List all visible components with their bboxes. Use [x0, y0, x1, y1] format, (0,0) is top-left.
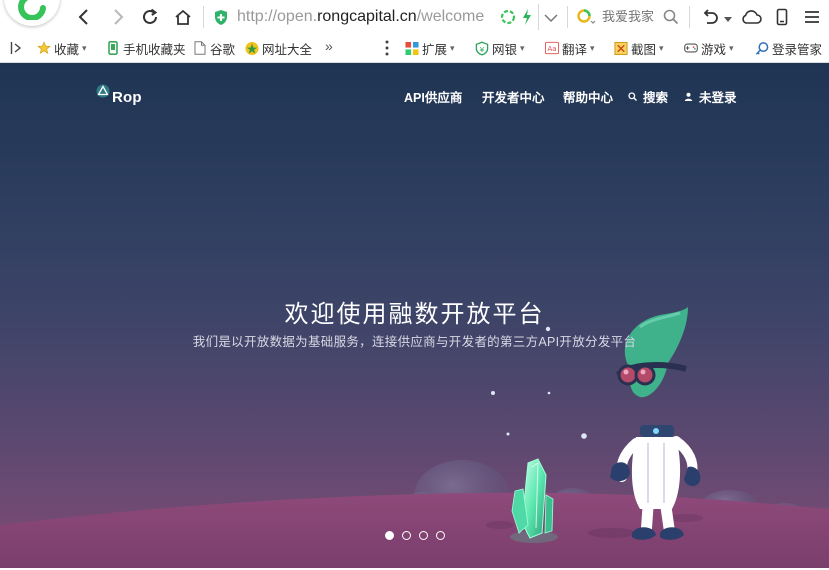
bookmark-favorites[interactable]: 收藏 ▾ — [37, 39, 87, 57]
carousel-dot[interactable] — [385, 531, 394, 540]
lightning-icon[interactable] — [521, 8, 533, 29]
menu-button[interactable] — [800, 5, 824, 29]
bookmark-site-directory[interactable]: 网址大全 — [245, 39, 312, 57]
toolbar-online-bank[interactable]: ¥ 网银 ▾ — [475, 39, 525, 57]
bookmarks-bar: 收藏 ▾ 手机收藏夹 谷歌 网址大全 » 扩展 ▾ ¥ 网银 ▾ Aa 翻译 ▾ 截图 ▾… — [0, 34, 829, 63]
chevron-down-icon: ▾ — [729, 42, 734, 53]
nav-api-provider[interactable]: API供应商 — [404, 87, 462, 106]
site-logo-text: Rop — [112, 89, 142, 106]
carousel-dot[interactable] — [419, 531, 428, 540]
nav-search[interactable]: 搜索 — [628, 87, 668, 106]
extension-icon — [405, 41, 419, 55]
search-box[interactable] — [574, 4, 684, 30]
browser-logo-icon[interactable] — [4, 0, 60, 26]
toolbar-games[interactable]: 游戏 ▾ — [684, 39, 734, 57]
nav-help-center[interactable]: 帮助中心 — [563, 87, 613, 106]
search-icon — [628, 92, 637, 101]
carousel-dot[interactable] — [402, 531, 411, 540]
search-icon[interactable] — [663, 9, 679, 28]
svg-text:Aa: Aa — [547, 45, 556, 53]
nav-developer-center[interactable]: 开发者中心 — [482, 87, 545, 106]
undo-button[interactable] — [698, 5, 722, 29]
page-icon — [193, 41, 207, 55]
screenshot-icon — [614, 41, 628, 55]
address-bar[interactable]: http://open.rongcapital.cn/welcome — [206, 4, 564, 30]
bank-icon: ¥ — [475, 41, 489, 56]
svg-text:¥: ¥ — [480, 44, 485, 53]
carousel-dot[interactable] — [436, 531, 445, 540]
site-nav-icon — [245, 41, 259, 55]
more-vertical-icon[interactable] — [385, 40, 389, 59]
chevron-down-icon: ▾ — [450, 42, 455, 53]
mobile-button[interactable] — [770, 5, 794, 29]
nav-login-status[interactable]: 未登录 — [684, 87, 737, 106]
toolbar-extensions[interactable]: 扩展 ▾ — [405, 39, 455, 57]
chevron-down-icon: ▾ — [590, 42, 595, 53]
login-manager-icon — [755, 41, 769, 55]
url-text[interactable]: http://open.rongcapital.cn/welcome — [237, 8, 495, 26]
sidebar-toggle-icon[interactable] — [10, 41, 22, 58]
browser-toolbar: http://open.rongcapital.cn/welcome — [0, 0, 829, 34]
star-icon — [37, 41, 51, 55]
search-engine-icon[interactable] — [576, 8, 596, 29]
hero-banner: Rop API供应商 开发者中心 帮助中心 搜索 未登录 欢迎使用融数开放平台 … — [0, 63, 829, 568]
search-input[interactable] — [602, 9, 654, 24]
hero-subtitle: 我们是以开放数据为基础服务，连接供应商与开发者的第三方API开放分发平台 — [192, 335, 637, 349]
refresh-button[interactable] — [138, 5, 162, 29]
hero-title: 欢迎使用融数开放平台 — [284, 300, 545, 328]
undo-dropdown-icon[interactable] — [724, 12, 732, 26]
divider — [203, 6, 204, 28]
cloud-sync-button[interactable] — [739, 5, 763, 29]
user-icon — [684, 92, 693, 101]
translate-icon: Aa — [545, 41, 559, 55]
phone-icon — [106, 41, 120, 55]
chevron-down-icon: ▾ — [659, 42, 664, 53]
chevron-down-icon: ▾ — [82, 42, 87, 53]
logo-triangle-icon — [96, 84, 110, 98]
url-path: /welcome — [416, 8, 485, 25]
more-bookmarks-button[interactable]: » — [325, 38, 333, 54]
toolbar-translate[interactable]: Aa 翻译 ▾ — [545, 39, 595, 57]
carousel-indicators — [385, 531, 445, 540]
speed-dial-icon[interactable] — [500, 9, 516, 28]
chevron-down-icon[interactable] — [544, 12, 558, 26]
chevron-down-icon: ▾ — [520, 42, 525, 53]
shield-icon — [213, 9, 229, 29]
toolbar-login-manager[interactable]: 登录管家 — [755, 39, 822, 57]
url-domain: rongcapital.cn — [317, 8, 417, 25]
bookmark-mobile-favorites[interactable]: 手机收藏夹 — [106, 39, 186, 57]
back-button[interactable] — [72, 5, 96, 29]
toolbar-screenshot[interactable]: 截图 ▾ — [614, 39, 664, 57]
url-prefix: http://open. — [237, 8, 318, 25]
home-button[interactable] — [171, 5, 195, 29]
bookmark-google[interactable]: 谷歌 — [193, 39, 235, 57]
forward-button[interactable] — [106, 5, 130, 29]
game-icon — [684, 41, 698, 55]
